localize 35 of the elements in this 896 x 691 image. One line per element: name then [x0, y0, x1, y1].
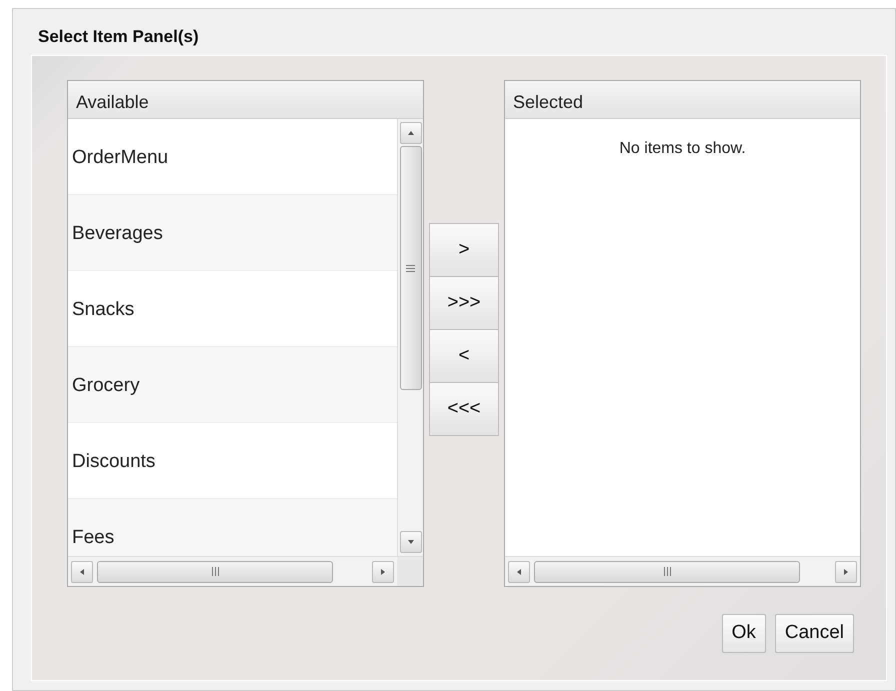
transfer-button[interactable]: < [429, 329, 499, 383]
dialog-title: Select Item Panel(s) [37, 26, 200, 48]
horizontal-scrollbar[interactable] [505, 556, 860, 586]
scrollbar-thumb[interactable] [534, 560, 800, 582]
scrollbar-thumb[interactable] [97, 560, 333, 582]
transfer-button[interactable]: >>> [429, 276, 499, 330]
horizontal-scrollbar[interactable] [68, 556, 397, 586]
scrollbar-thumb[interactable] [400, 146, 422, 390]
column-header[interactable]: Selected [505, 81, 860, 119]
transfer-button[interactable]: > [429, 223, 499, 277]
list-item[interactable]: Beverages [68, 195, 397, 271]
scroll-right-button[interactable] [372, 560, 394, 582]
scroll-left-button[interactable] [508, 560, 530, 582]
triangle-left-icon [78, 568, 86, 576]
grip-icon [210, 567, 220, 576]
scroll-down-button[interactable] [400, 531, 422, 553]
grip-icon [406, 264, 415, 272]
scrollbar-corner [397, 556, 423, 586]
list-item[interactable]: Grocery [68, 347, 397, 423]
list-item[interactable]: Fees [68, 499, 397, 556]
cancel-button[interactable]: Cancel [774, 614, 854, 652]
triangle-down-icon [406, 538, 414, 546]
triangle-left-icon [515, 568, 523, 576]
column-header[interactable]: Available [68, 81, 423, 119]
ok-button[interactable]: Ok [722, 614, 766, 652]
grip-icon [662, 567, 672, 576]
vertical-scrollbar[interactable] [397, 119, 423, 556]
transfer-button[interactable]: <<< [429, 382, 499, 436]
scroll-up-button[interactable] [400, 122, 422, 144]
triangle-right-icon [379, 568, 387, 576]
scroll-left-button[interactable] [71, 560, 93, 582]
scroll-right-button[interactable] [835, 560, 857, 582]
triangle-up-icon [406, 129, 414, 137]
empty-message: No items to show. [618, 139, 747, 159]
triangle-right-icon [842, 568, 850, 576]
